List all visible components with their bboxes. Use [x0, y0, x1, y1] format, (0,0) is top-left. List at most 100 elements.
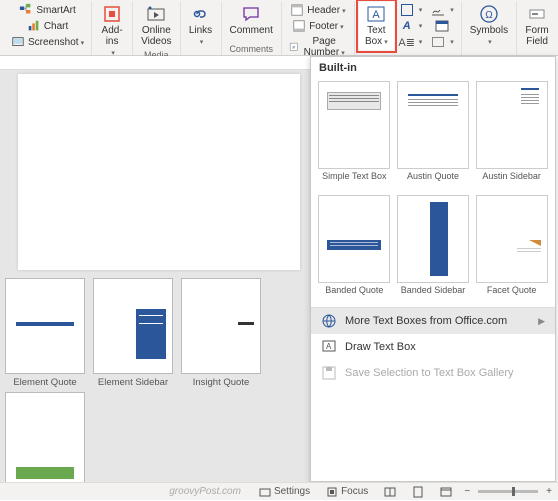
text-box-icon: A	[366, 4, 386, 24]
template-thumb-banded-sidebar[interactable]	[397, 195, 469, 283]
chevron-right-icon: ▶	[538, 316, 545, 327]
template-thumb-insight-quote[interactable]	[181, 278, 261, 374]
zoom-in-button[interactable]: +	[546, 486, 552, 497]
template-thumb-element-quote[interactable]	[5, 278, 85, 374]
template-thumb-austin-quote[interactable]	[397, 81, 469, 169]
page-number-icon: #	[289, 40, 299, 54]
form-field-icon	[527, 4, 547, 24]
links-label: Links▾	[189, 25, 212, 48]
addins-icon	[102, 4, 122, 24]
ribbon-group-addins: Add-ins▾	[92, 2, 133, 55]
web-layout-icon	[440, 486, 452, 498]
template-thumb-banded-quote[interactable]	[318, 195, 390, 283]
template-cell: Banded Quote	[317, 195, 392, 305]
focus-icon	[326, 486, 338, 498]
template-cell: Element Sidebar	[92, 278, 174, 388]
smartart-label: SmartArt	[36, 5, 75, 16]
online-videos-icon	[146, 4, 166, 24]
template-thumb-insight-sidebar[interactable]	[5, 392, 85, 482]
svg-text:A: A	[373, 9, 381, 21]
settings-icon	[259, 486, 271, 498]
template-caption: Element Quote	[13, 377, 76, 388]
template-cell: Facet Quote	[474, 195, 549, 305]
ribbon-group-text: A Text Box▾ ▾ A▾ A≣▾ ▾ ▾	[355, 2, 461, 55]
footer-icon	[292, 19, 306, 33]
statusbar: groovyPost.com Settings Focus − +	[0, 482, 558, 500]
quick-parts-button[interactable]: ▾	[397, 2, 426, 18]
object-button[interactable]: ▾	[428, 34, 457, 50]
screenshot-label: Screenshot▾	[28, 37, 84, 49]
template-cell: Banded Sidebar	[396, 195, 471, 305]
text-box-button[interactable]: A Text Box▾	[359, 2, 394, 50]
save-selection-icon	[321, 365, 337, 381]
links-button[interactable]: Links▾	[185, 2, 217, 50]
print-layout-button[interactable]	[408, 486, 428, 498]
form-field-button[interactable]: Form Field	[521, 2, 553, 49]
svg-text:#: #	[292, 45, 295, 51]
read-mode-button[interactable]	[380, 486, 400, 498]
footer-button[interactable]: Footer▾	[286, 18, 350, 34]
symbols-icon: Ω	[479, 4, 499, 24]
online-videos-button[interactable]: Online Videos	[137, 2, 175, 49]
ribbon-group-symbols: Ω Symbols▾	[461, 2, 517, 55]
chart-button[interactable]: Chart	[8, 18, 87, 34]
svg-text:A: A	[326, 342, 332, 351]
template-thumb-element-sidebar[interactable]	[93, 278, 173, 374]
template-caption: Element Sidebar	[98, 377, 168, 388]
template-caption: Austin Quote	[407, 171, 459, 191]
symbols-button[interactable]: Ω Symbols▾	[466, 2, 512, 50]
comment-button[interactable]: Comment	[226, 2, 277, 38]
template-cell: Austin Quote	[396, 81, 471, 191]
ribbon: SmartArt Chart Screenshot▾ Add-ins▾	[0, 0, 558, 56]
zoom-out-button[interactable]: −	[464, 486, 470, 497]
screenshot-button[interactable]: Screenshot▾	[8, 34, 87, 50]
addins-label: Add-ins▾	[100, 25, 124, 59]
template-thumb-austin-sidebar[interactable]	[476, 81, 548, 169]
header-button[interactable]: Header▾	[286, 2, 350, 18]
chart-icon	[27, 19, 41, 33]
focus-button[interactable]: Focus	[322, 486, 372, 498]
chart-label: Chart	[44, 21, 68, 32]
save-selection-item: Save Selection to Text Box Gallery	[311, 360, 555, 386]
ribbon-group-illustrations: SmartArt Chart Screenshot▾	[4, 2, 92, 55]
template-caption: Insight Quote	[193, 377, 250, 388]
text-box-dropdown: Built-in Simple Text Box Austin Quote Aust…	[310, 56, 556, 482]
ribbon-group-media: Online Videos Media	[133, 2, 180, 55]
draw-text-box-label: Draw Text Box	[345, 341, 416, 353]
template-caption: Banded Quote	[325, 285, 383, 305]
object-icon	[431, 35, 445, 49]
document-page[interactable]	[18, 74, 300, 270]
drop-cap-button[interactable]: A≣▾	[397, 34, 426, 50]
ruler[interactable]	[0, 56, 310, 70]
more-text-boxes-label: More Text Boxes from Office.com	[345, 315, 507, 327]
template-cell: Insight Sidebar	[4, 392, 86, 482]
smartart-button[interactable]: SmartArt	[8, 2, 87, 18]
wordart-button[interactable]: A▾	[397, 18, 426, 34]
web-layout-button[interactable]	[436, 486, 456, 498]
quick-parts-icon	[400, 3, 414, 17]
date-time-button[interactable]	[428, 18, 457, 34]
display-settings-button[interactable]: Settings	[255, 486, 314, 498]
date-time-icon	[435, 19, 449, 33]
signature-line-button[interactable]: ▾	[428, 2, 457, 18]
more-text-boxes-item[interactable]: More Text Boxes from Office.com ▶	[311, 308, 555, 334]
text-box-template-grid: Simple Text Box Austin Quote Austin Sideba…	[311, 79, 555, 307]
save-selection-label: Save Selection to Text Box Gallery	[345, 367, 514, 379]
smartart-icon	[19, 3, 33, 17]
dropdown-section-header: Built-in	[311, 57, 555, 79]
addins-button[interactable]: Add-ins▾	[96, 2, 128, 61]
template-thumb-simple-text-box[interactable]	[318, 81, 390, 169]
comment-icon	[241, 4, 261, 24]
template-caption: Austin Sidebar	[482, 171, 541, 191]
draw-text-box-item[interactable]: A Draw Text Box	[311, 334, 555, 360]
ribbon-group-comments: Comment Comments	[222, 2, 282, 55]
svg-text:Ω: Ω	[485, 10, 493, 21]
zoom-slider[interactable]	[478, 490, 538, 493]
template-thumb-facet-quote[interactable]	[476, 195, 548, 283]
drop-cap-icon: A≣	[400, 35, 414, 49]
ribbon-group-header-footer: Header▾ Footer▾ # Page Number▾ Header &	[282, 2, 355, 55]
template-caption: Simple Text Box	[322, 171, 386, 191]
ribbon-group-form: Form Field	[517, 2, 557, 55]
comment-label: Comment	[230, 25, 273, 36]
text-box-template-grid-left: Element Quote Element Sidebar Insight Quot…	[0, 276, 310, 482]
